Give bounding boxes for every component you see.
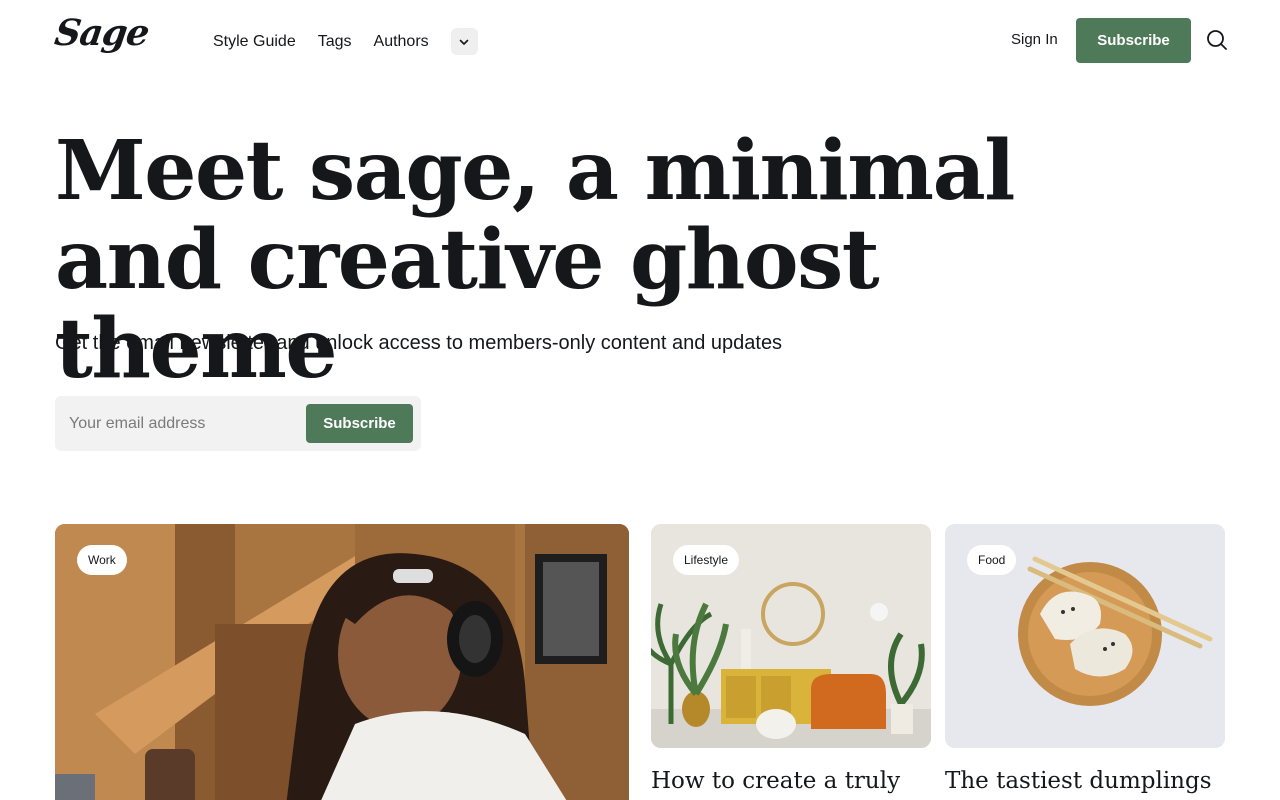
post-tag-lifestyle[interactable]: Lifestyle bbox=[673, 545, 740, 575]
post-title-food[interactable]: The tastiest dumplings bbox=[945, 768, 1212, 794]
main-nav: Style Guide Tags Authors bbox=[213, 28, 478, 55]
search-icon[interactable] bbox=[1206, 29, 1228, 51]
hero-subtitle: Get the email newsletter and unlock acce… bbox=[55, 332, 783, 354]
email-input[interactable] bbox=[55, 396, 300, 451]
post-tag-work[interactable]: Work bbox=[77, 545, 127, 575]
nav-link-authors[interactable]: Authors bbox=[374, 33, 429, 51]
site-header: Sage Style Guide Tags Authors Sign In Su… bbox=[0, 0, 1280, 80]
post-title-lifestyle[interactable]: How to create a truly bbox=[651, 768, 900, 794]
header-subscribe-button[interactable]: Subscribe bbox=[1076, 18, 1191, 63]
nav-link-style-guide[interactable]: Style Guide bbox=[213, 33, 296, 51]
newsletter-form: Subscribe bbox=[55, 396, 421, 451]
nav-link-tags[interactable]: Tags bbox=[318, 33, 352, 51]
form-subscribe-button[interactable]: Subscribe bbox=[306, 404, 413, 443]
post-image-lifestyle[interactable]: Lifestyle bbox=[651, 524, 931, 748]
nav-more-button[interactable] bbox=[450, 28, 478, 55]
post-photo bbox=[55, 524, 629, 800]
post-image-food[interactable]: Food bbox=[945, 524, 1225, 748]
site-logo[interactable]: Sage bbox=[52, 12, 151, 54]
chevron-down-icon bbox=[459, 39, 469, 45]
post-tag-food[interactable]: Food bbox=[967, 545, 1017, 575]
post-image-work[interactable]: Work bbox=[55, 524, 629, 800]
signin-link[interactable]: Sign In bbox=[1011, 31, 1058, 48]
